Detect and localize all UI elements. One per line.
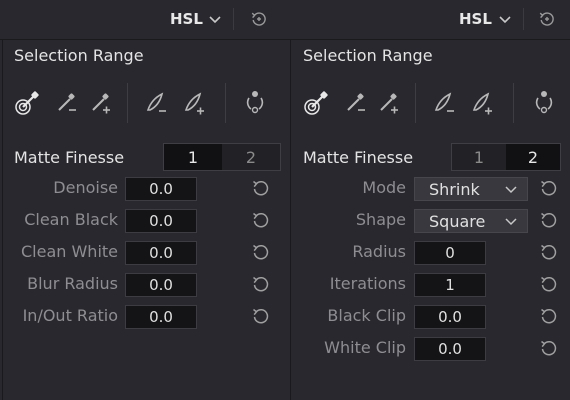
radius-field[interactable]: 0 xyxy=(414,241,486,265)
shape-value: Square xyxy=(429,211,486,231)
top-header-bar: HSL HSL xyxy=(0,0,570,40)
matte-finesse-label: Matte Finesse xyxy=(303,148,414,167)
header-separator xyxy=(523,8,524,30)
chevron-down-icon[interactable] xyxy=(208,12,222,26)
eyedropper-subtract-icon[interactable] xyxy=(54,90,80,116)
reset-icon[interactable] xyxy=(539,338,559,358)
mode-value: Shrink xyxy=(429,179,480,199)
reset-icon[interactable] xyxy=(251,210,271,230)
reset-icon[interactable] xyxy=(251,242,271,262)
reset-all-icon[interactable] xyxy=(538,10,556,28)
eyedropper-add-icon[interactable] xyxy=(88,90,114,116)
toolbar-separator xyxy=(225,83,226,123)
iterations-label: Iterations xyxy=(329,274,406,293)
invert-selection-icon[interactable] xyxy=(242,89,268,115)
invert-selection-icon[interactable] xyxy=(531,89,557,115)
blur-radius-field[interactable]: 0.0 xyxy=(125,273,197,297)
blur-radius-label: Blur Radius xyxy=(27,274,118,293)
eyedropper-picker-icon[interactable] xyxy=(303,90,329,116)
tab-matte-finesse-2[interactable]: 2 xyxy=(506,144,560,170)
radius-label: Radius xyxy=(352,242,406,261)
in-out-ratio-field[interactable]: 0.0 xyxy=(125,305,197,329)
white-clip-label: White Clip xyxy=(324,338,406,357)
reset-icon[interactable] xyxy=(539,178,559,198)
shape-dropdown[interactable]: Square xyxy=(414,209,528,233)
toolbar-separator xyxy=(127,83,128,123)
mode-dropdown[interactable]: Shrink xyxy=(414,177,528,201)
reset-icon[interactable] xyxy=(251,274,271,294)
section-title: Selection Range xyxy=(303,46,433,65)
mode-label: Mode xyxy=(362,178,406,197)
toolbar-separator xyxy=(513,83,514,123)
chevron-down-icon xyxy=(505,218,517,226)
shape-label: Shape xyxy=(355,210,406,229)
white-clip-field[interactable]: 0.0 xyxy=(414,337,486,361)
reset-icon[interactable] xyxy=(251,306,271,326)
reset-icon[interactable] xyxy=(539,210,559,230)
tab-matte-finesse-1[interactable]: 1 xyxy=(164,144,222,170)
clean-black-label: Clean Black xyxy=(24,210,118,229)
denoise-field[interactable]: 0.0 xyxy=(125,177,197,201)
chevron-down-icon[interactable] xyxy=(498,12,512,26)
tab-matte-finesse-1[interactable]: 1 xyxy=(452,144,506,170)
softness-subtract-icon[interactable] xyxy=(144,90,170,116)
denoise-label: Denoise xyxy=(53,178,118,197)
reset-icon[interactable] xyxy=(251,178,271,198)
reset-all-icon[interactable] xyxy=(250,10,268,28)
left-mode-selector[interactable]: HSL xyxy=(170,10,203,28)
matte-finesse-tabs: 1 2 xyxy=(451,143,561,171)
iterations-field[interactable]: 1 xyxy=(414,273,486,297)
softness-subtract-icon[interactable] xyxy=(432,90,458,116)
clean-white-label: Clean White xyxy=(20,242,118,261)
softness-add-icon[interactable] xyxy=(182,90,208,116)
header-divider xyxy=(0,39,570,40)
black-clip-field[interactable]: 0.0 xyxy=(414,305,486,329)
matte-finesse-label: Matte Finesse xyxy=(14,148,125,167)
eyedropper-subtract-icon[interactable] xyxy=(343,90,369,116)
black-clip-label: Black Clip xyxy=(327,306,406,325)
chevron-down-icon xyxy=(505,186,517,194)
clean-white-field[interactable]: 0.0 xyxy=(125,241,197,265)
eyedropper-add-icon[interactable] xyxy=(376,90,402,116)
toolbar-separator xyxy=(415,83,416,123)
in-out-ratio-label: In/Out Ratio xyxy=(22,306,118,325)
section-title: Selection Range xyxy=(14,46,144,65)
header-separator xyxy=(233,8,234,30)
reset-icon[interactable] xyxy=(539,274,559,294)
matte-finesse-tabs: 1 2 xyxy=(163,143,281,171)
softness-add-icon[interactable] xyxy=(470,90,496,116)
reset-icon[interactable] xyxy=(539,306,559,326)
reset-icon[interactable] xyxy=(539,242,559,262)
right-mode-selector[interactable]: HSL xyxy=(459,10,492,28)
eyedropper-picker-icon[interactable] xyxy=(14,90,40,116)
tab-matte-finesse-2[interactable]: 2 xyxy=(222,144,280,170)
clean-black-field[interactable]: 0.0 xyxy=(125,209,197,233)
